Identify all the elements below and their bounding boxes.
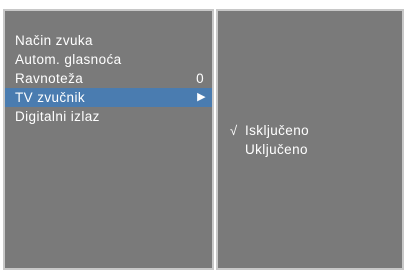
menu-item-tv-speaker[interactable]: TV zvučnik ▶ (5, 88, 212, 107)
menu-item-label: Digitalni izlaz (15, 109, 100, 124)
sound-menu-panel: Način zvuka Autom. glasnoća Ravnoteža 0 … (3, 9, 214, 270)
menu-item-auto-volume[interactable]: Autom. glasnoća (5, 50, 212, 69)
option-label: Isključeno (245, 123, 310, 138)
balance-value: 0 (196, 71, 204, 86)
menu-item-balance[interactable]: Ravnoteža 0 (5, 69, 212, 88)
menu-item-label: Autom. glasnoća (15, 52, 122, 67)
menu-item-sound-mode[interactable]: Način zvuka (5, 31, 212, 50)
menu-item-label: TV zvučnik (15, 90, 86, 105)
option-off[interactable]: √ Isključeno (218, 121, 402, 140)
play-arrow-icon: ▶ (197, 91, 206, 103)
sound-menu: Način zvuka Autom. glasnoća Ravnoteža 0 … (5, 31, 212, 126)
tv-osd-screen: Način zvuka Autom. glasnoća Ravnoteža 0 … (0, 0, 407, 279)
option-on[interactable]: Uključeno (218, 140, 402, 159)
check-icon: √ (230, 123, 238, 138)
tv-speaker-submenu-panel: √ Isključeno Uključeno (216, 9, 404, 270)
option-label: Uključeno (245, 142, 308, 157)
menu-item-digital-output[interactable]: Digitalni izlaz (5, 107, 212, 126)
menu-item-label: Način zvuka (15, 33, 93, 48)
menu-item-label: Ravnoteža (15, 71, 84, 86)
tv-speaker-options: √ Isključeno Uključeno (218, 121, 402, 159)
